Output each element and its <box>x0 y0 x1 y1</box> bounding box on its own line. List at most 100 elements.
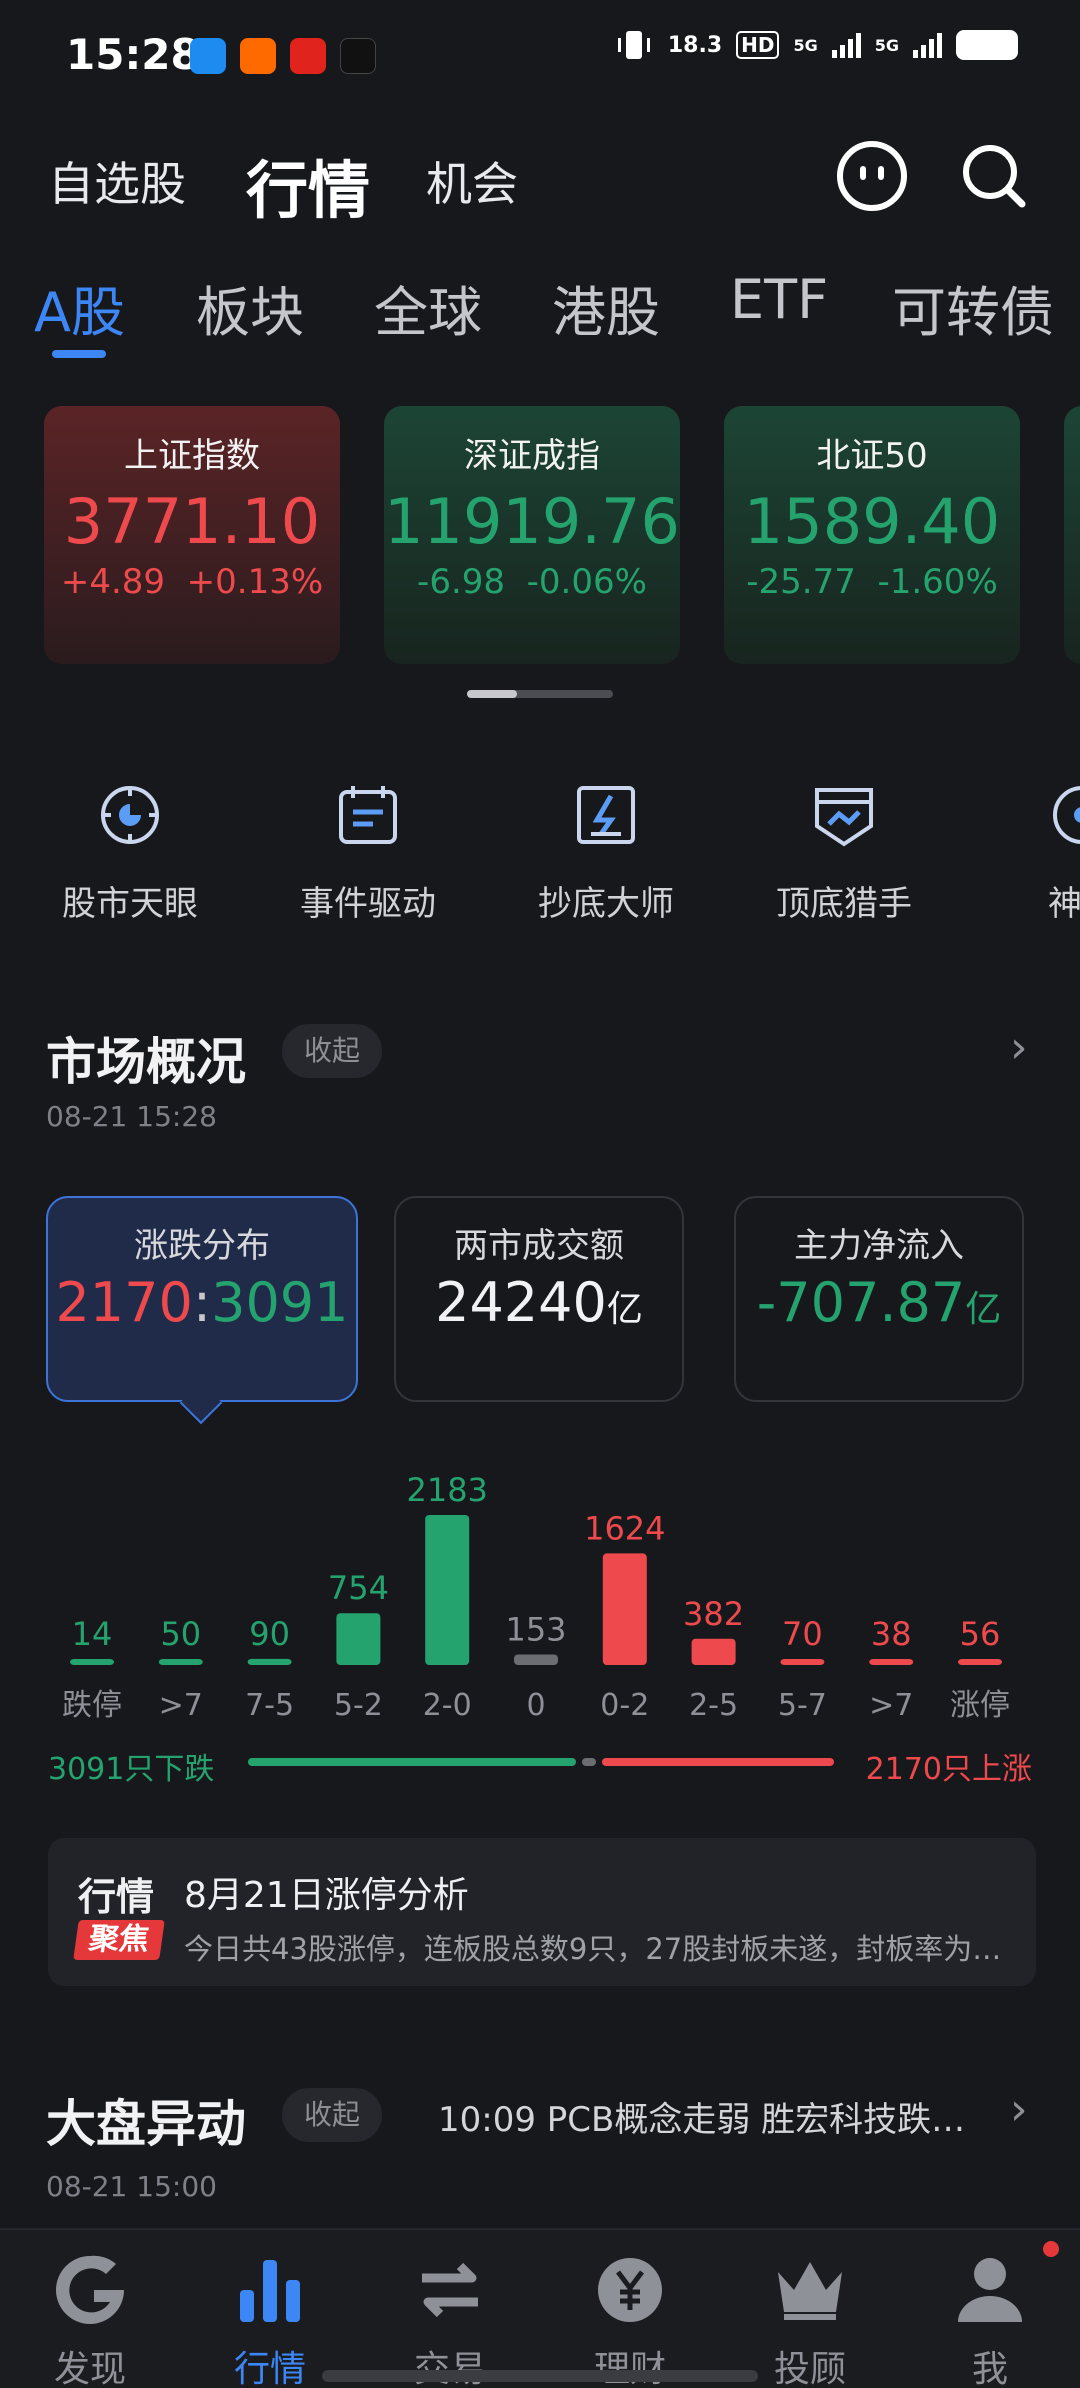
tool-market-eye[interactable]: 股市天眼 <box>30 780 230 925</box>
tool-label: 事件驱动 <box>300 884 436 924</box>
distribution-chart[interactable]: 14跌停50>7907-57545-221832-0153016240-2382… <box>0 1455 1080 1745</box>
chevron-right-icon[interactable]: › <box>1010 1022 1028 1073</box>
ratio-down-segment <box>248 1758 576 1766</box>
stat-value: 2170:3091 <box>55 1271 349 1334</box>
dist-bar-5 <box>514 1654 558 1665</box>
index-value: 3771.10 <box>63 485 321 558</box>
tab-sector[interactable]: 板块 <box>196 268 304 347</box>
nav-trade[interactable]: 交易 <box>360 2250 540 2388</box>
nav-label: 我 <box>971 2349 1008 2388</box>
dist-value-label-3: 754 <box>328 1569 389 1607</box>
dist-value-label-10: 56 <box>960 1615 1001 1653</box>
tool-event-driven[interactable]: 事件驱动 <box>268 780 468 925</box>
dist-value-label-4: 2183 <box>406 1471 487 1509</box>
hd-badge: HD <box>736 31 780 59</box>
crown-icon <box>778 2262 842 2320</box>
dist-bar-8 <box>780 1659 825 1665</box>
discover-icon <box>56 2255 124 2324</box>
section-title-dapan: 大盘异动 <box>46 2095 246 2153</box>
tab-watchlist[interactable]: 自选股 <box>48 148 186 214</box>
dist-bar-1 <box>158 1659 203 1665</box>
index-card-bj50[interactable]: 北证50 1589.40 -25.77 -1.60% <box>724 406 1020 664</box>
dist-value-label-5: 153 <box>505 1610 566 1648</box>
battery-icon <box>956 30 1018 60</box>
yen-coin-icon <box>598 2258 662 2322</box>
dapan-headline[interactable]: 10:09 PCB概念走弱 胜宏科技跌超5% <box>438 2092 998 2141</box>
index-name: 北证50 <box>816 436 928 476</box>
tab-opportunity[interactable]: 机会 <box>426 148 518 214</box>
status-bar: 15:28 18.3 HD 5G 5G <box>0 0 1080 118</box>
nav-market[interactable]: 行情 <box>180 2250 360 2388</box>
tool-magic[interactable]: 神奇 <box>982 780 1080 925</box>
stat-turnover[interactable]: 两市成交额 24240亿 <box>394 1196 684 1402</box>
index-name: 上证指数 <box>124 436 260 476</box>
tool-label: 顶底猎手 <box>776 884 912 924</box>
market-bars-icon <box>240 2260 300 2322</box>
dist-value-label-0: 14 <box>72 1615 113 1653</box>
cards-scroll-indicator <box>467 690 613 698</box>
tab-hk[interactable]: 港股 <box>552 268 660 347</box>
dist-bar-0 <box>70 1659 114 1665</box>
notification-dot <box>1040 2238 1062 2260</box>
dist-category-label-10: 涨停 <box>950 1688 1010 1723</box>
news-summary: 今日共43股涨停，连板股总数9只，27股封板未遂，封板率为61% <box>184 1932 1014 1966</box>
taobao-app-icon <box>240 38 276 74</box>
index-card-sz[interactable]: 深证成指 11919.76 -6.98 -0.06% <box>384 406 680 664</box>
nav-me[interactable]: 我 <box>900 2250 1080 2388</box>
status-right: 18.3 HD 5G 5G <box>614 28 1018 62</box>
ratio-up-segment <box>601 1758 834 1766</box>
chevron-right-icon[interactable]: › <box>1010 2084 1028 2135</box>
dist-bar-10 <box>958 1659 1002 1665</box>
dist-category-label-5: 0 <box>526 1688 545 1723</box>
dapan-collapse-button[interactable]: 收起 <box>282 2088 383 2142</box>
stat-title: 涨跌分布 <box>134 1226 270 1266</box>
nav-advisor[interactable]: 投顾 <box>720 2250 900 2388</box>
news-card[interactable]: 行情 聚焦 8月21日涨停分析 今日共43股涨停，连板股总数9只，27股封板未遂… <box>48 1838 1036 1986</box>
home-indicator[interactable] <box>322 2370 758 2382</box>
dapan-time: 08-21 15:00 <box>46 2170 217 2203</box>
net-speed: 18.3 <box>667 32 723 58</box>
tab-market[interactable]: 行情 <box>246 140 370 230</box>
dist-bar-2 <box>247 1658 292 1665</box>
stat-up-down-distribution[interactable]: 涨跌分布 2170:3091 <box>46 1196 358 1402</box>
tool-top-bottom-hunter[interactable]: 顶底猎手 <box>744 780 944 925</box>
tool-bottom-master[interactable]: 抄底大师 <box>506 780 706 925</box>
nav-wealth[interactable]: 理财 <box>540 2250 720 2388</box>
dist-category-label-0: 跌停 <box>62 1688 122 1723</box>
tool-label: 抄底大师 <box>538 884 674 924</box>
net-type-1: 5G <box>793 35 818 55</box>
index-card-sh[interactable]: 上证指数 3771.10 +4.89 +0.13% <box>44 406 340 664</box>
tool-label: 股市天眼 <box>62 884 198 924</box>
dist-value-label-2: 90 <box>249 1615 290 1653</box>
bottom-nav: 发现 行情 交易 理财 投顾 我 <box>0 2228 1080 2388</box>
tab-convertible[interactable]: 可转债 <box>892 268 1054 347</box>
stat-net-inflow[interactable]: 主力净流入 -707.87亿 <box>734 1196 1024 1402</box>
dist-bar-3 <box>336 1613 381 1665</box>
dist-value-label-7: 382 <box>683 1595 744 1633</box>
nav-label: 发现 <box>53 2349 126 2388</box>
dist-category-label-3: 5-2 <box>334 1688 383 1723</box>
bottom-fishing-icon <box>577 786 635 844</box>
tiktok-app-icon <box>340 38 376 74</box>
assistant-face-icon[interactable] <box>834 138 910 214</box>
dist-value-label-9: 38 <box>871 1615 912 1653</box>
down-count-label: 3091只下跌 <box>48 1752 215 1787</box>
index-change: -6.98 -0.06% <box>417 562 647 602</box>
dist-bar-7 <box>691 1638 736 1665</box>
tab-a-share[interactable]: A股 <box>34 268 125 347</box>
news-logo-badge: 聚焦 <box>73 1920 165 1960</box>
dist-category-label-1: >7 <box>159 1688 203 1723</box>
status-time: 15:28 <box>66 30 200 79</box>
collapse-button[interactable]: 收起 <box>282 1024 383 1078</box>
tab-global[interactable]: 全球 <box>374 268 482 347</box>
tool-label: 神奇 <box>1048 884 1080 924</box>
music-app-icon <box>290 38 326 74</box>
calendar-event-icon <box>339 786 397 844</box>
nav-discover[interactable]: 发现 <box>0 2250 180 2388</box>
index-change: +4.89 +0.13% <box>60 562 324 602</box>
tab-etf[interactable]: ETF <box>730 268 828 331</box>
search-icon[interactable] <box>956 138 1032 214</box>
index-card-partial[interactable] <box>1064 406 1080 664</box>
dist-category-label-4: 2-0 <box>423 1688 472 1723</box>
ratio-flat-segment <box>581 1758 596 1766</box>
